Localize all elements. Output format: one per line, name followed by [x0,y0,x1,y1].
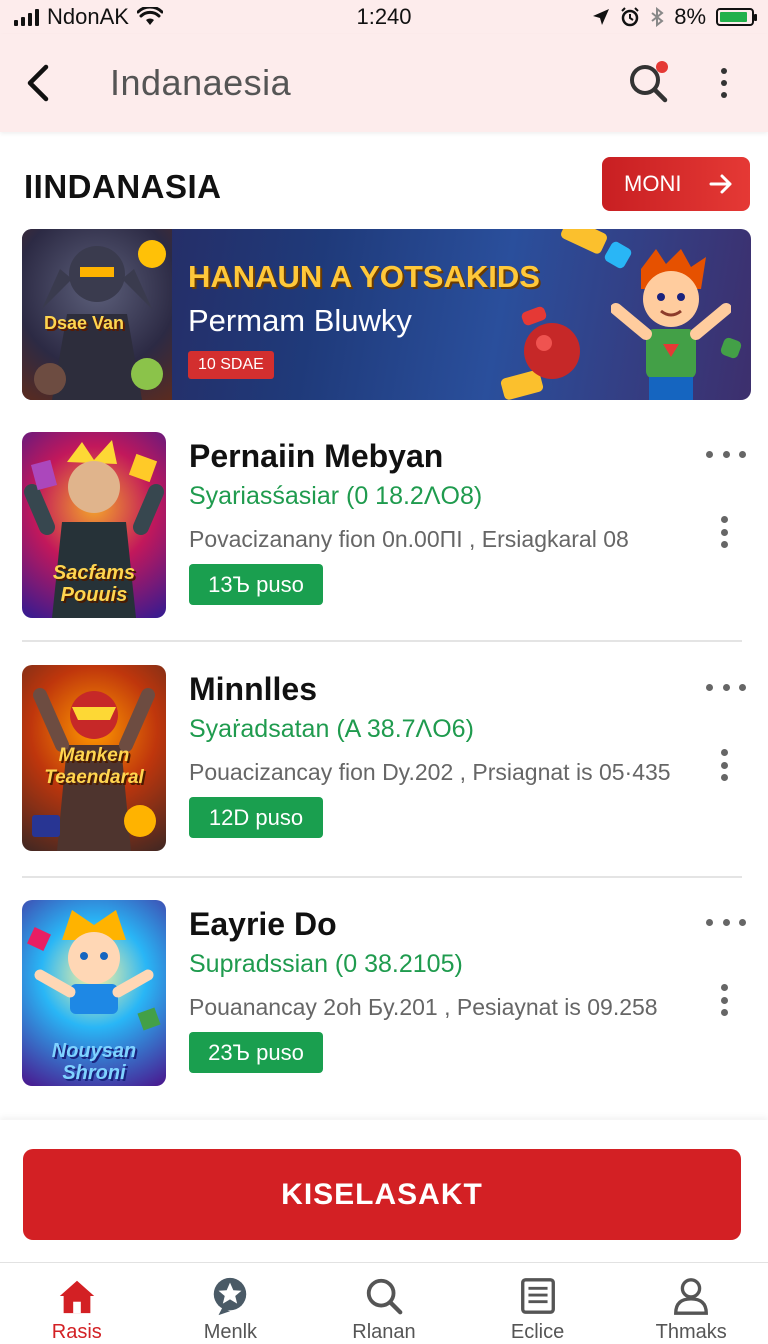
divider [22,876,742,878]
more-options-button[interactable] [694,53,754,113]
banner-hero-image: Dsae Van [22,229,172,400]
more-vertical-icon[interactable] [712,745,736,785]
banner-subtitle: Permam Bluwky [188,303,412,338]
tab-label: Menlk [203,1321,258,1343]
battery-icon [716,8,757,26]
banner-hero-label: Dsae Van [44,313,125,333]
ball-decoration [524,323,580,379]
list-item[interactable]: Manken Teaendaral Minnlles Syaṙadsatan (… [0,665,768,899]
list-item[interactable]: Nouysan Shroni Eayrie Do Supradssian (0 … [0,900,768,1134]
more-button[interactable]: MONI [602,157,750,211]
section-title: IINDANASIA [24,168,222,205]
bottom-nav: Rasis Menlk Rlanan Eclice Thmaks [0,1262,768,1344]
more-horizontal-icon[interactable] [706,679,746,695]
alarm-icon [621,7,639,27]
bluetooth-icon [651,7,664,27]
notification-dot [656,61,668,73]
more-button-label: MONI [624,171,682,196]
game-name: Pernaiin Mebyan [189,438,444,474]
arrow-right-icon [709,174,732,194]
price-button[interactable]: 23Ъ puso [189,1032,323,1073]
search-button[interactable] [618,53,678,113]
game-meta: Pouacizancay fion Dy.202 , Prsiagnat is … [189,759,671,785]
game-thumbnail: Nouysan Shroni [22,900,166,1086]
tab-label: Thmaks [655,1321,727,1343]
banner-badge: 10 SDAE [188,351,274,379]
thumbnail-label: Nouysan Shroni [51,1040,137,1084]
wifi-icon [136,7,163,25]
list-icon [520,1278,555,1314]
back-button[interactable] [6,51,70,115]
location-icon [593,9,610,25]
game-thumbnail: Manken Teaendaral [22,665,166,851]
tab-list[interactable]: Eclice [461,1263,615,1344]
game-name: Eayrie Do [189,906,337,942]
price-button[interactable]: 13Ъ puso [189,564,323,605]
page-title: Indanaesia [110,62,292,103]
star-badge-icon [214,1277,247,1316]
game-name: Minnlles [189,671,318,707]
promo-banner[interactable]: Dsae Van HANAUN A YOTSAKIDS Permam Bluwk… [22,229,751,400]
game-meta: Pouanancay 2oh Бy.201 , Pesiaynat is 09.… [189,994,658,1020]
more-horizontal-icon[interactable] [706,446,746,462]
more-vertical-icon[interactable] [712,512,736,552]
thumbnail-label: Manken Teaendaral [44,745,144,788]
cta-bar: KISELASAKT [0,1120,768,1262]
banner-title: HANAUN A YOTSAKIDS [188,259,540,294]
game-stat: Supradssian (0 38.2105) [189,950,463,978]
user-icon [674,1278,709,1315]
tab-home[interactable]: Rasis [0,1263,154,1344]
game-stat: Syaṙadsatan (A 38.7ɅO6) [189,715,474,743]
game-meta: Povacizanany fion 0n.00ΠΙ , Ersiagkaral … [189,526,629,552]
more-vertical-icon[interactable] [712,980,736,1020]
home-icon [59,1280,94,1314]
search-icon [366,1278,403,1315]
tab-label: Rlanan [352,1321,416,1343]
arrow-left-icon [27,64,49,102]
tab-label: Rasis [51,1321,102,1343]
signal-icon [14,8,39,26]
thumbnail-label: Sacfams Pouuis [52,562,136,606]
game-thumbnail: Sacfams Pouuis [22,432,166,618]
status-bar: NdonAK 1:240 8% [0,0,768,34]
app-bar: Indanaesia [0,34,768,132]
divider [22,640,742,642]
tab-menlk[interactable]: Menlk [154,1263,308,1344]
banner-character-image [610,249,732,400]
game-stat: Syariasśasiar (0 18.2ɅO8) [189,482,483,510]
battery-percent: 8% [674,4,706,29]
tab-label: Eclice [510,1321,565,1343]
primary-cta-button[interactable]: KISELASAKT [23,1149,741,1240]
carrier-label: NdonAK [47,4,129,29]
tab-search[interactable]: Rlanan [307,1263,461,1344]
price-button[interactable]: 12D puso [189,797,323,838]
tab-profile[interactable]: Thmaks [614,1263,768,1344]
list-item[interactable]: Sacfams Pouuis Pernaiin Mebyan Syariasśa… [0,432,768,666]
more-horizontal-icon[interactable] [706,914,746,930]
gem-decoration [559,229,609,256]
